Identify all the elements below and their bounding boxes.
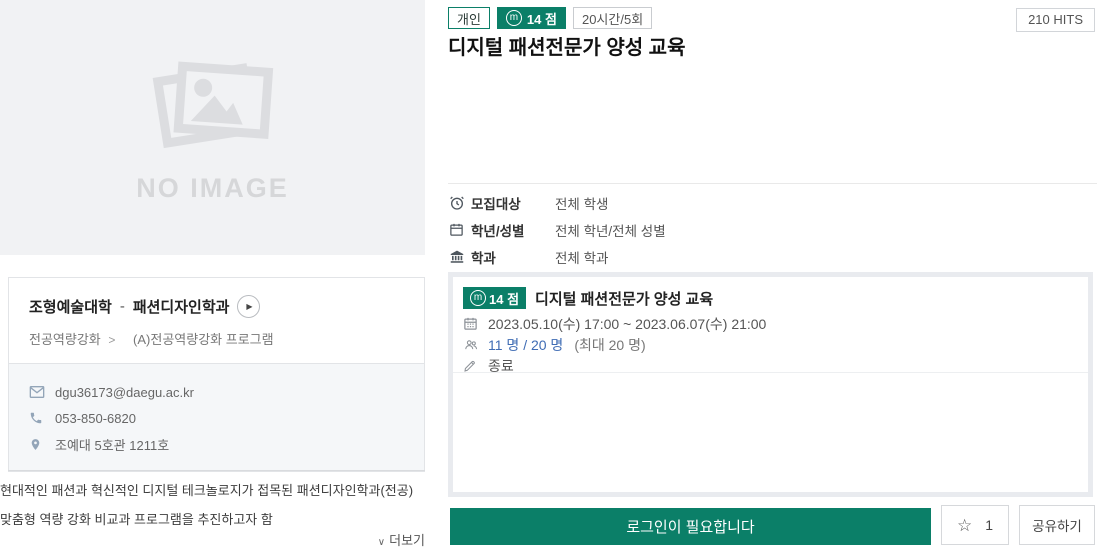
- more-label: 더보기: [389, 533, 425, 548]
- hits-counter: 210 HITS: [1016, 8, 1095, 32]
- course-card-body: [453, 373, 1088, 485]
- capacity-max: (최대 20 명): [574, 335, 645, 355]
- login-required-button[interactable]: 로그인이 필요합니다: [450, 508, 931, 545]
- location-value: 조예대 5호관 1211호: [55, 435, 169, 454]
- badge-mileage: m 14 점: [497, 7, 566, 29]
- course-date-row: 2023.05.10(수) 17:00 ~ 2023.06.07(수) 21:0…: [463, 313, 1078, 334]
- department-header: 조형예술대학 - 패션디자인학과 ▶ 전공역량강화 > (A)전공역량강화 프로…: [9, 278, 424, 363]
- phone-icon: [29, 411, 55, 425]
- program-description: 현대적인 패션과 혁신적인 디지털 테크놀로지가 접목된 패션디자인학과(전공)…: [0, 476, 425, 534]
- info-row-department: 학과 전체 학과: [449, 243, 666, 270]
- course-mileage-label: 14 점: [489, 289, 519, 308]
- program-info-list: 모집대상 전체 학생 학년/성별 전체 학년/전체 성별 학과 전체 학과: [449, 189, 666, 270]
- calendar-icon: [463, 316, 481, 331]
- pen-icon: [463, 359, 481, 373]
- info-label: 모집대상: [471, 193, 555, 213]
- badge-row: 개인 m 14 점 20시간/5회: [448, 7, 652, 29]
- phone-value: 053-850-6820: [55, 411, 136, 426]
- badge-personal: 개인: [448, 7, 490, 29]
- chevron-right-icon: >: [108, 333, 115, 347]
- contact-location-row: 조예대 5호관 1211호: [29, 431, 404, 457]
- info-row-target: 모집대상 전체 학생: [449, 189, 666, 216]
- course-card: m14 점 디지털 패션전문가 양성 교육 2023.05.10(수) 17:0…: [448, 272, 1093, 497]
- favorite-button[interactable]: ☆ 1: [941, 505, 1009, 545]
- department-name: 패션디자인학과: [133, 296, 230, 317]
- info-value: 전체 학생: [555, 193, 608, 213]
- contact-info: dgu36173@daegu.ac.kr 053-850-6820 조예대 5호…: [9, 363, 424, 471]
- course-title: 디지털 패션전문가 양성 교육: [535, 288, 713, 309]
- university-icon: [449, 249, 471, 264]
- info-label: 학년/성별: [471, 220, 555, 240]
- alarm-clock-icon: [449, 195, 471, 211]
- chevron-down-icon: ∨: [378, 537, 385, 548]
- play-icon: ▶: [245, 303, 252, 311]
- badge-personal-label: 개인: [457, 9, 481, 28]
- more-button[interactable]: ∨ 더보기: [0, 530, 425, 549]
- program-type: (A)전공역량강화 프로그램: [133, 332, 274, 347]
- department-card: 조형예술대학 - 패션디자인학과 ▶ 전공역량강화 > (A)전공역량강화 프로…: [8, 277, 425, 472]
- share-button[interactable]: 공유하기: [1019, 505, 1095, 545]
- badge-mileage-label: 14 점: [527, 9, 557, 28]
- college-name: 조형예술대학: [29, 296, 112, 317]
- m-circle-icon: m: [506, 10, 522, 26]
- envelope-icon: [29, 385, 55, 399]
- badge-hours-label: 20시간/5회: [582, 9, 643, 28]
- no-image-label: NO IMAGE: [136, 173, 289, 204]
- people-icon: [463, 338, 481, 352]
- calendar-icon: [449, 222, 471, 237]
- photo-icon: [148, 51, 278, 157]
- star-icon: ☆: [957, 517, 972, 534]
- college-dept-separator: -: [120, 298, 125, 315]
- course-capacity-row: 11 명 / 20 명 (최대 20 명): [463, 334, 1078, 355]
- program-category[interactable]: 전공역량강화: [29, 332, 101, 347]
- info-value: 전체 학년/전체 성별: [555, 220, 666, 240]
- course-card-header: m14 점 디지털 패션전문가 양성 교육 2023.05.10(수) 17:0…: [453, 277, 1088, 373]
- badge-hours: 20시간/5회: [573, 7, 652, 29]
- page-title: 디지털 패션전문가 양성 교육: [448, 31, 685, 60]
- capacity-current: 11 명 / 20 명: [488, 335, 563, 355]
- course-mileage-badge: m14 점: [463, 287, 526, 309]
- no-image-placeholder: NO IMAGE: [0, 0, 425, 255]
- email-value: dgu36173@daegu.ac.kr: [55, 385, 194, 400]
- contact-phone-row: 053-850-6820: [29, 405, 404, 431]
- map-pin-icon: [29, 437, 55, 452]
- play-button[interactable]: ▶: [237, 295, 260, 318]
- favorite-count: 1: [985, 517, 993, 533]
- info-row-grade-gender: 학년/성별 전체 학년/전체 성별: [449, 216, 666, 243]
- info-value: 전체 학과: [555, 247, 608, 267]
- course-status: 종료: [488, 356, 514, 376]
- info-label: 학과: [471, 247, 555, 267]
- contact-email-row: dgu36173@daegu.ac.kr: [29, 379, 404, 405]
- left-divider: [8, 470, 425, 471]
- right-divider: [448, 183, 1097, 184]
- m-circle-icon: m: [470, 290, 486, 306]
- course-date: 2023.05.10(수) 17:00 ~ 2023.06.07(수) 21:0…: [488, 314, 766, 334]
